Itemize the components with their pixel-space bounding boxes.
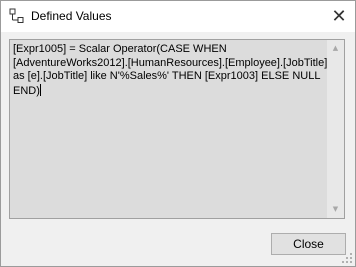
resize-grip-icon[interactable] <box>341 252 353 264</box>
defined-values-text[interactable]: [Expr1005] = Scalar Operator(CASE WHEN [… <box>13 43 329 98</box>
scroll-down-icon[interactable]: ▼ <box>327 201 344 218</box>
close-icon[interactable]: ✕ <box>323 1 355 32</box>
defined-values-textbox[interactable]: [Expr1005] = Scalar Operator(CASE WHEN [… <box>9 39 345 219</box>
vertical-scrollbar[interactable]: ▲ ▼ <box>327 40 344 218</box>
scroll-up-icon[interactable]: ▲ <box>327 40 344 57</box>
text-caret <box>39 83 41 96</box>
defined-values-icon <box>9 8 24 23</box>
title-bar[interactable]: Defined Values ✕ <box>1 1 355 32</box>
close-button[interactable]: Close <box>271 233 346 255</box>
dialog-title: Defined Values <box>31 9 112 23</box>
dialog-window: Defined Values ✕ [Expr1005] = Scalar Ope… <box>0 0 356 267</box>
